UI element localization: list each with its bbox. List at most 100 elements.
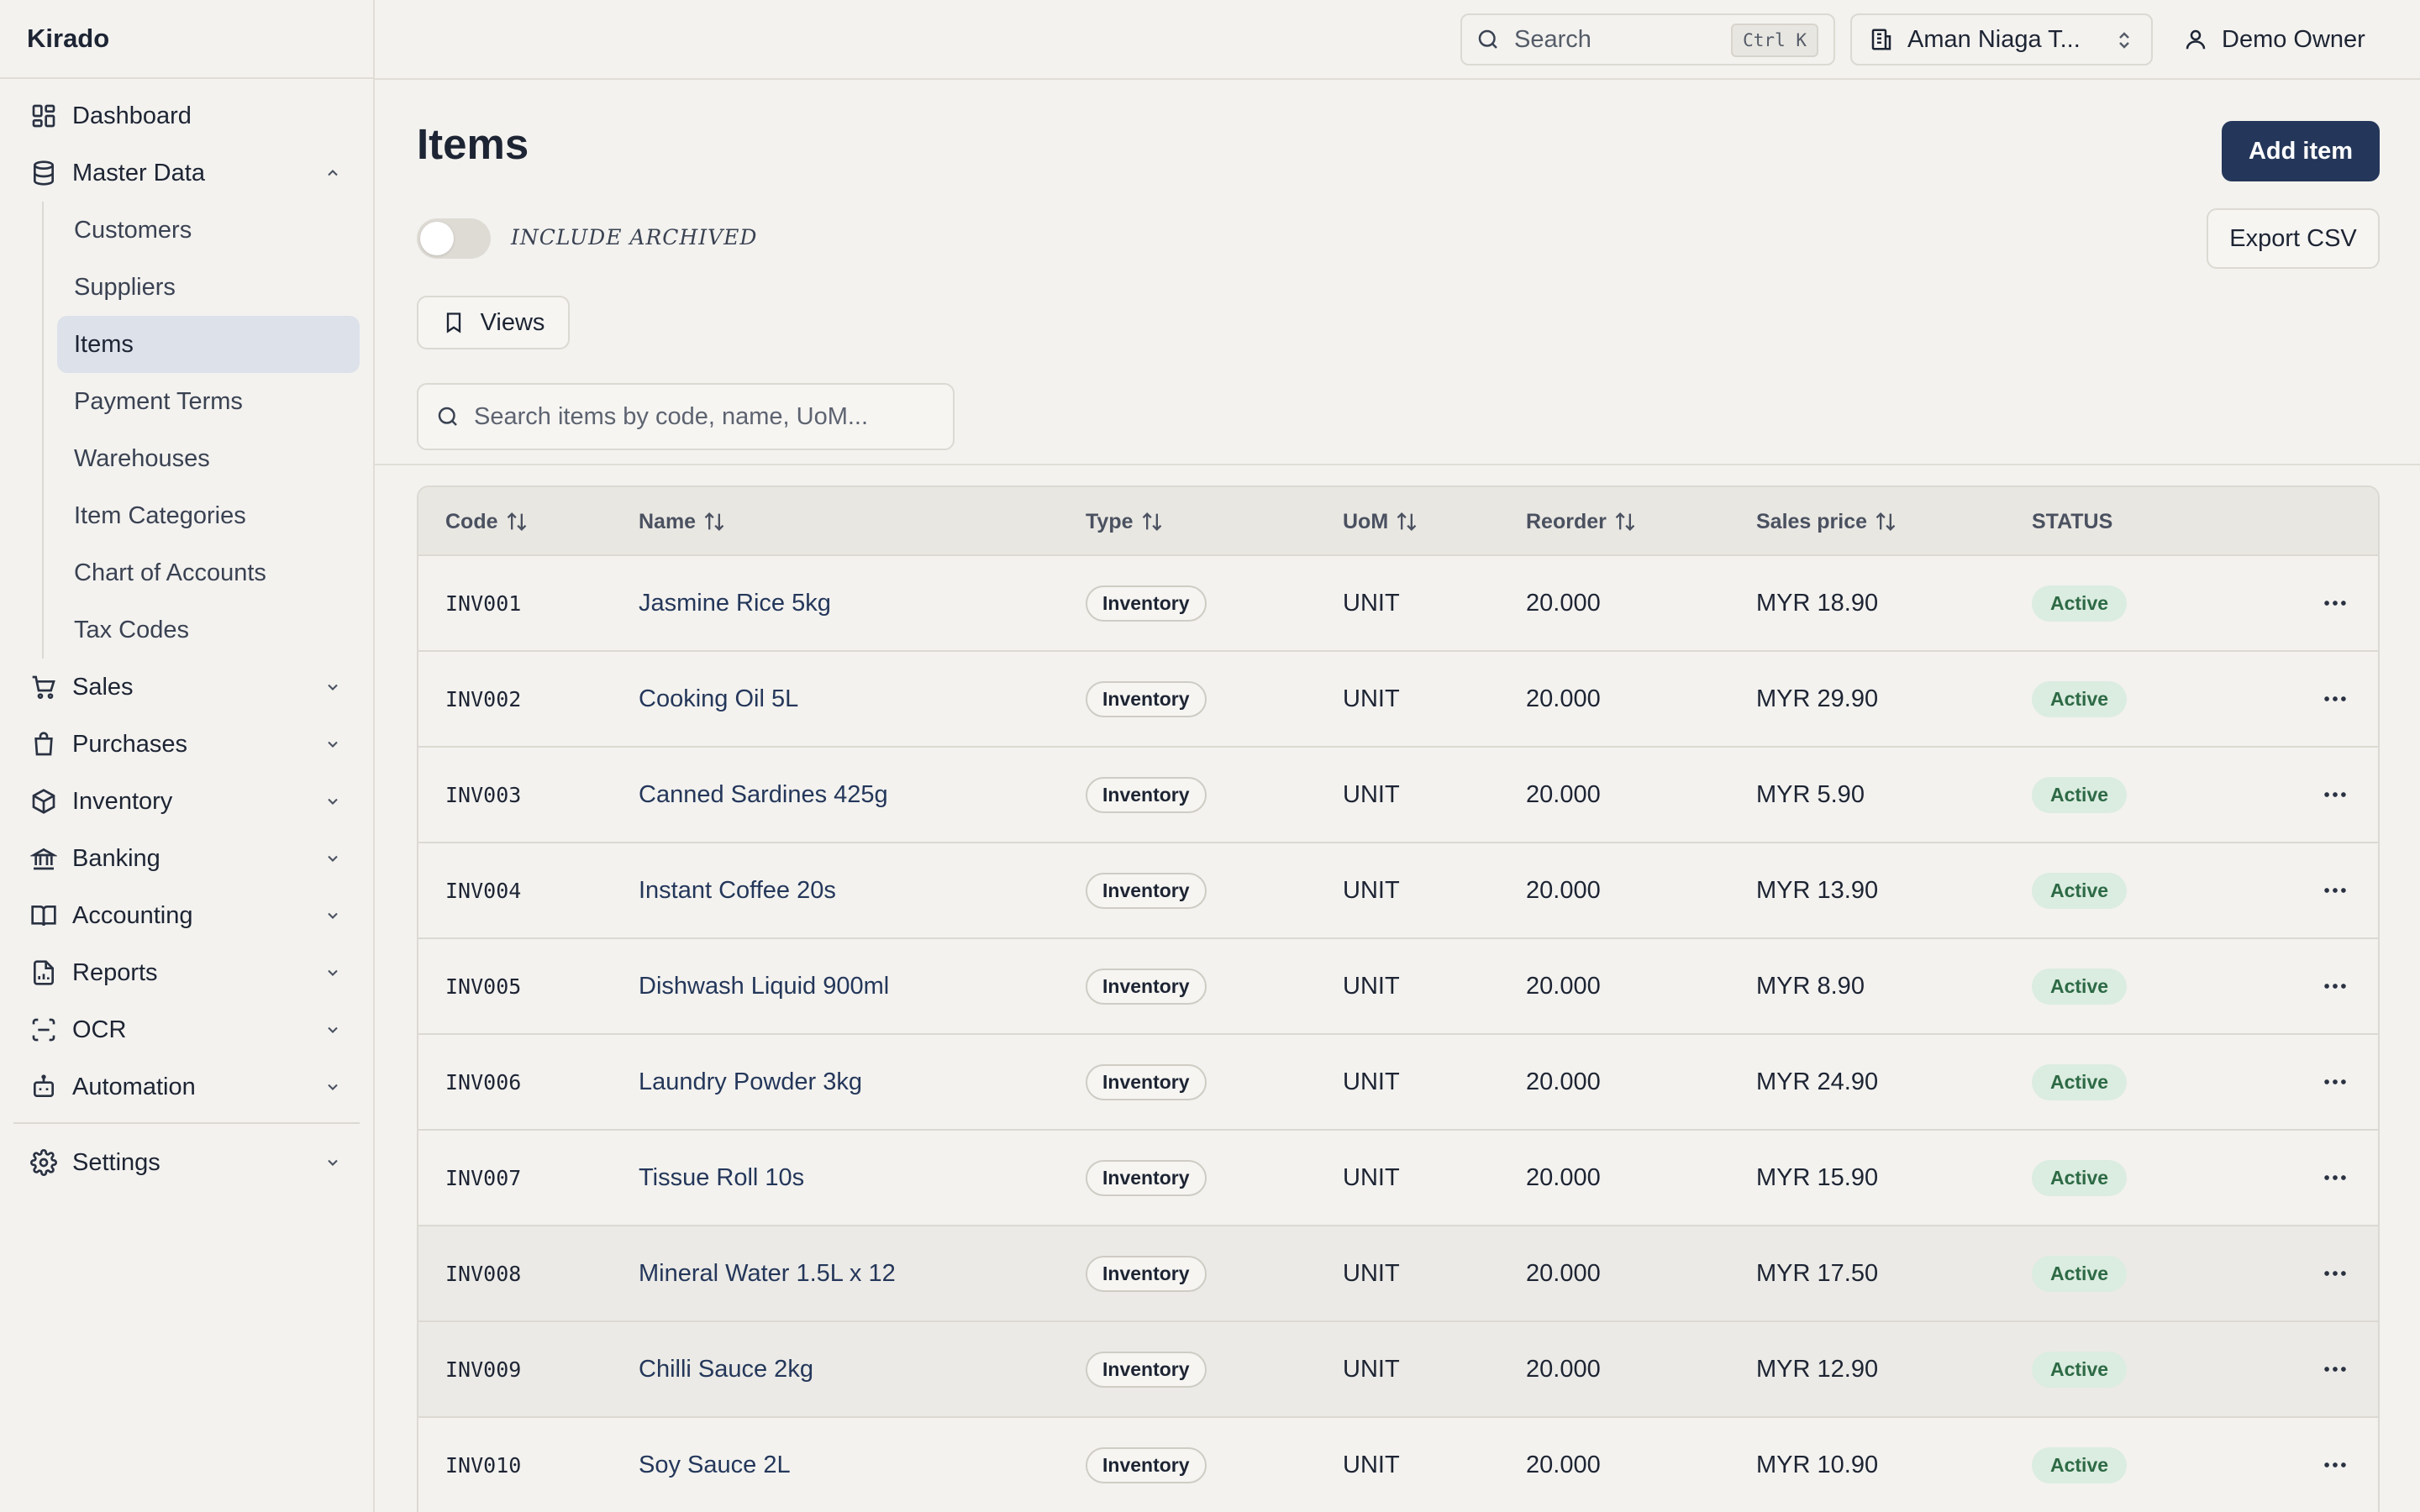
sidebar-item-items[interactable]: Items — [57, 316, 360, 373]
item-type-cell: Inventory — [1086, 1131, 1207, 1225]
item-name-link[interactable]: Instant Coffee 20s — [639, 843, 836, 937]
table-row[interactable]: INV003 Canned Sardines 425g Inventory UN… — [418, 748, 2378, 843]
sidebar-item-banking[interactable]: Banking — [13, 830, 360, 887]
sidebar-item-settings[interactable]: Settings — [13, 1134, 360, 1191]
item-sales-price: MYR 5.90 — [1756, 780, 1865, 808]
item-reorder: 20.000 — [1526, 685, 1601, 712]
sidebar-item-warehouses[interactable]: Warehouses — [57, 430, 360, 487]
item-code: INV002 — [445, 686, 522, 711]
column-header-sales-price[interactable]: Sales price — [1756, 487, 1897, 556]
item-status-cell: Active — [2032, 1418, 2128, 1512]
item-status-cell: Active — [2032, 652, 2128, 746]
item-name-link[interactable]: Jasmine Rice 5kg — [639, 556, 831, 650]
table-row[interactable]: INV001 Jasmine Rice 5kg Inventory UNIT 2… — [418, 556, 2378, 652]
item-name-link[interactable]: Dishwash Liquid 900ml — [639, 939, 889, 1033]
topbar: Search Ctrl K Aman Niaga T... Demo Owner — [375, 0, 2420, 80]
item-name-link[interactable]: Mineral Water 1.5L x 12 — [639, 1226, 896, 1320]
chevron-down-icon — [328, 855, 338, 862]
table-row[interactable]: INV006 Laundry Powder 3kg Inventory UNIT… — [418, 1035, 2378, 1131]
item-type-cell: Inventory — [1086, 1322, 1207, 1416]
table-row[interactable]: INV004 Instant Coffee 20s Inventory UNIT… — [418, 843, 2378, 939]
row-actions-button[interactable] — [2321, 1131, 2349, 1225]
sidebar-item-master-data[interactable]: Master Data — [13, 144, 360, 202]
item-name-link[interactable]: Soy Sauce 2L — [639, 1418, 791, 1512]
include-archived-label: INCLUDE ARCHIVED — [511, 225, 758, 249]
sidebar-item-inventory[interactable]: Inventory — [13, 773, 360, 830]
sidebar-item-customers[interactable]: Customers — [57, 202, 360, 259]
sidebar-item-purchases[interactable]: Purchases — [13, 716, 360, 773]
item-name-link[interactable]: Laundry Powder 3kg — [639, 1035, 862, 1129]
more-horizontal-icon — [2324, 1175, 2346, 1180]
row-actions-button[interactable] — [2321, 556, 2349, 650]
more-horizontal-icon — [2324, 601, 2346, 606]
row-actions-button[interactable] — [2321, 1035, 2349, 1129]
sidebar-item-dashboard[interactable]: Dashboard — [13, 87, 360, 144]
table-row[interactable]: INV010 Soy Sauce 2L Inventory UNIT 20.00… — [418, 1418, 2378, 1512]
sidebar-item-label: Banking — [72, 844, 160, 872]
table-row[interactable]: INV005 Dishwash Liquid 900ml Inventory U… — [418, 939, 2378, 1035]
global-search-button[interactable]: Search Ctrl K — [1460, 13, 1835, 66]
column-header-label: UoM — [1343, 509, 1389, 533]
toolbar-divider — [375, 464, 2420, 465]
item-status-cell: Active — [2032, 843, 2128, 937]
add-item-button[interactable]: Add item — [2222, 121, 2380, 181]
sidebar-item-chart-of-accounts[interactable]: Chart of Accounts — [57, 544, 360, 601]
table-row[interactable]: INV009 Chilli Sauce 2kg Inventory UNIT 2… — [418, 1322, 2378, 1418]
search-icon — [438, 407, 457, 426]
item-name-link[interactable]: Tissue Roll 10s — [639, 1131, 804, 1225]
more-horizontal-icon — [2324, 1367, 2346, 1372]
column-header-uom[interactable]: UoM — [1343, 487, 1418, 556]
sort-icon — [1142, 512, 1161, 531]
row-actions-button[interactable] — [2321, 1226, 2349, 1320]
column-header-type[interactable]: Type — [1086, 487, 1164, 556]
item-name-link[interactable]: Chilli Sauce 2kg — [639, 1322, 813, 1416]
table-search-input[interactable]: Search items by code, name, UoM... — [417, 383, 955, 450]
sidebar-item-suppliers[interactable]: Suppliers — [57, 259, 360, 316]
row-actions-button[interactable] — [2321, 843, 2349, 937]
item-sales-price: MYR 12.90 — [1756, 1355, 1879, 1383]
item-name-link[interactable]: Canned Sardines 425g — [639, 748, 888, 842]
item-reorder: 20.000 — [1526, 1163, 1601, 1191]
sidebar-item-label: Reports — [72, 958, 158, 986]
include-archived-toggle[interactable] — [417, 218, 491, 259]
views-button[interactable]: Views — [417, 296, 570, 349]
column-header-code[interactable]: Code — [445, 487, 529, 556]
export-csv-button[interactable]: Export CSV — [2207, 208, 2380, 269]
sidebar-item-sales[interactable]: Sales — [13, 659, 360, 716]
table-row[interactable]: INV008 Mineral Water 1.5L x 12 Inventory… — [418, 1226, 2378, 1322]
organization-select[interactable]: Aman Niaga T... — [1850, 13, 2153, 66]
user-menu[interactable]: Demo Owner — [2183, 13, 2365, 66]
sidebar-item-label: Payment Terms — [74, 387, 243, 415]
column-header-name[interactable]: Name — [639, 487, 726, 556]
item-name-link[interactable]: Cooking Oil 5L — [639, 652, 798, 746]
item-code: INV010 — [445, 1452, 522, 1478]
sidebar-item-accounting[interactable]: Accounting — [13, 887, 360, 944]
sidebar-item-payment-terms[interactable]: Payment Terms — [57, 373, 360, 430]
item-code: INV003 — [445, 782, 522, 807]
table-row[interactable]: INV007 Tissue Roll 10s Inventory UNIT 20… — [418, 1131, 2378, 1226]
sidebar-item-ocr[interactable]: OCR — [13, 1001, 360, 1058]
type-badge: Inventory — [1086, 872, 1207, 909]
row-actions-button[interactable] — [2321, 1322, 2349, 1416]
user-icon — [2186, 29, 2206, 50]
shopping-bag-icon — [34, 732, 53, 756]
sidebar-item-automation[interactable]: Automation — [13, 1058, 360, 1116]
row-actions-button[interactable] — [2321, 1418, 2349, 1512]
type-badge: Inventory — [1086, 1255, 1207, 1292]
item-type-cell: Inventory — [1086, 556, 1207, 650]
table-search-placeholder: Search items by code, name, UoM... — [474, 402, 869, 430]
item-uom: UNIT — [1343, 1068, 1400, 1095]
row-actions-button[interactable] — [2321, 748, 2349, 842]
column-header-reorder[interactable]: Reorder — [1526, 487, 1637, 556]
sidebar-divider — [13, 1122, 360, 1124]
row-actions-button[interactable] — [2321, 939, 2349, 1033]
sidebar-item-tax-codes[interactable]: Tax Codes — [57, 601, 360, 659]
sidebar-item-label: Purchases — [72, 730, 188, 758]
item-type-cell: Inventory — [1086, 652, 1207, 746]
row-actions-button[interactable] — [2321, 652, 2349, 746]
brand-logo[interactable]: Kirado — [0, 0, 373, 79]
sidebar-item-item-categories[interactable]: Item Categories — [57, 487, 360, 544]
table-row[interactable]: INV002 Cooking Oil 5L Inventory UNIT 20.… — [418, 652, 2378, 748]
sidebar-item-reports[interactable]: Reports — [13, 944, 360, 1001]
item-sales-price: MYR 18.90 — [1756, 589, 1879, 617]
